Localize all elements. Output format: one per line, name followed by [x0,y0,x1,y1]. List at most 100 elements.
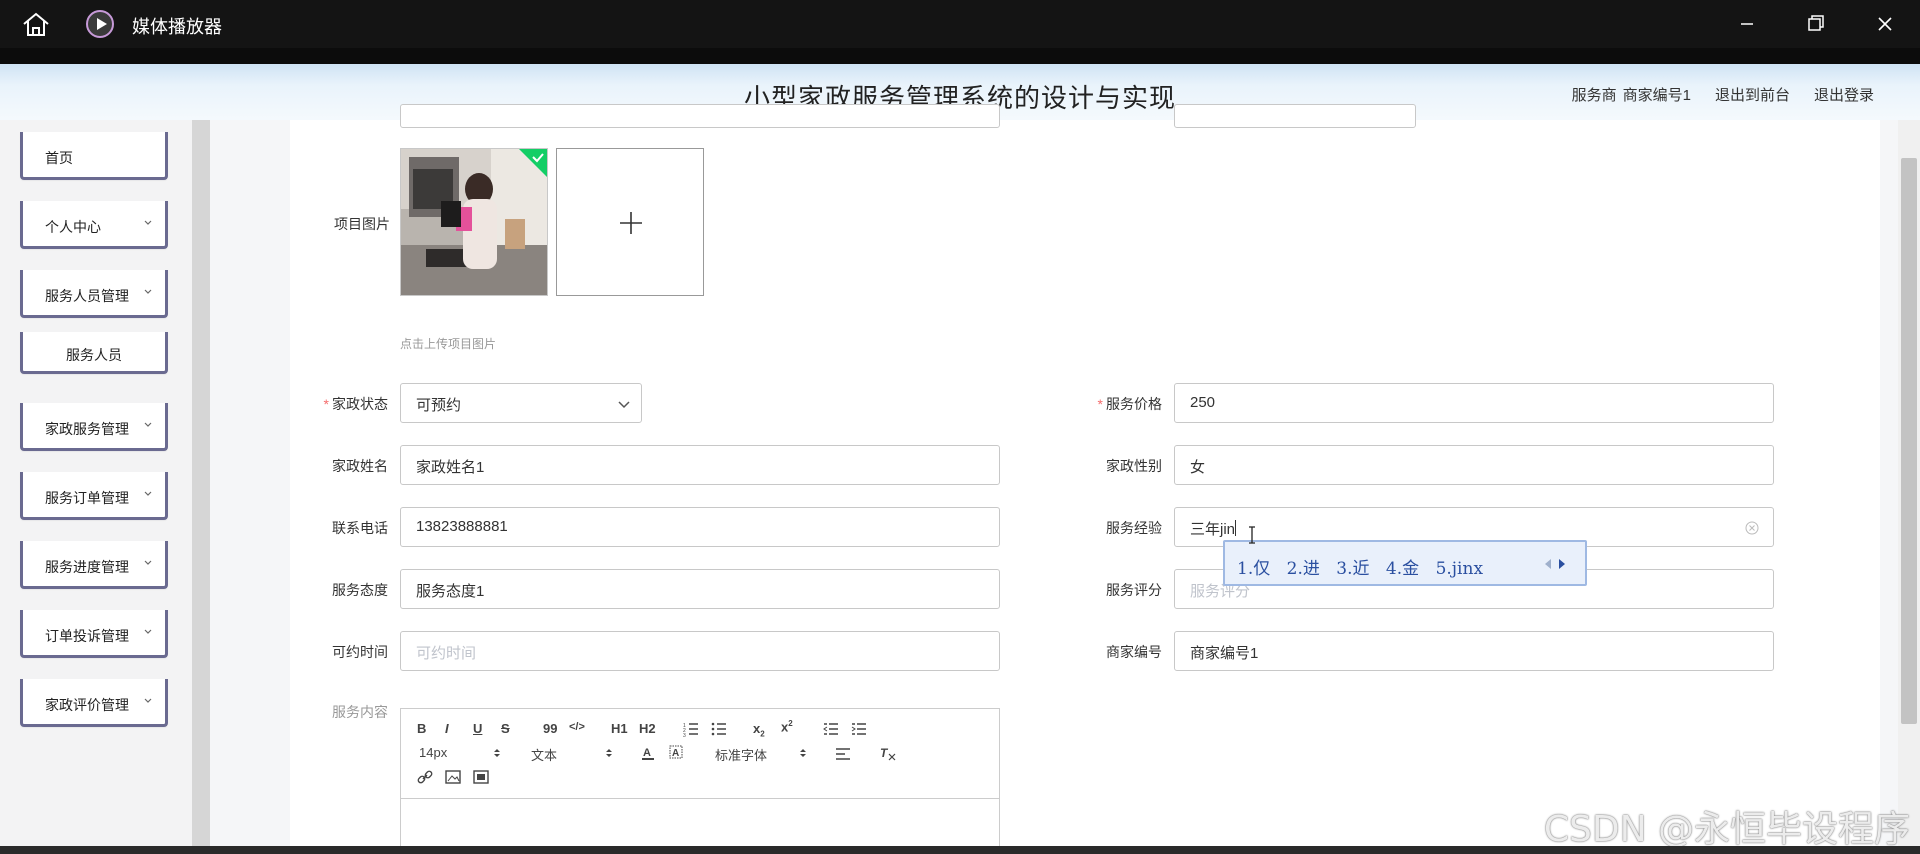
font-color-icon[interactable]: A [641,745,655,761]
content-label: 服务内容 [332,704,388,720]
close-icon[interactable] [1870,10,1900,38]
ime-candidate[interactable]: 5.jinx [1436,559,1483,579]
font-size-select[interactable]: 14px [419,745,447,760]
vertical-scrollbar[interactable] [1898,120,1920,854]
ime-candidate[interactable]: 4.金 [1386,559,1419,579]
clear-icon[interactable] [1745,521,1759,535]
input-partial-top-left[interactable] [400,104,1000,128]
editor-toolbar: B I U S 99 </> H1 H2 123 x2 x2 14px 文本 A… [401,709,999,799]
bold-button[interactable]: B [417,721,426,736]
chevron-down-icon [144,289,152,294]
uploaded-image-thumbnail[interactable] [400,148,548,296]
sidebar: 首页 个人中心 服务人员管理 服务人员 家政服务管理 服务订单管理 服务进度管理… [0,120,210,854]
ime-page-arrows-icon[interactable] [1543,557,1567,571]
sidebar-divider [192,120,210,854]
image-icon[interactable] [445,769,461,785]
status-select[interactable]: 可预约 [400,383,642,423]
background-color-icon[interactable]: A [669,745,683,761]
scrollbar-thumb[interactable] [1901,158,1917,724]
upload-add-button[interactable] [556,148,704,296]
text-cursor-icon [1249,526,1255,544]
sidebar-item-label: 家政服务管理 [45,421,129,437]
sidebar-item-reviews[interactable]: 家政评价管理 [20,679,168,727]
restore-icon[interactable] [1800,10,1830,38]
select-arrows-icon [606,749,612,757]
chevron-down-icon [618,401,630,409]
outdent-icon[interactable] [823,721,839,737]
superscript-button[interactable]: x2 [781,719,793,734]
text-cursor [1235,520,1237,536]
ime-candidate-popup[interactable]: 1.仅 2.进 3.近 4.金 5.jinx [1223,540,1587,586]
ime-candidate[interactable]: 1.仅 [1237,559,1270,579]
chevron-down-icon [144,220,152,225]
code-button[interactable]: </> [569,721,585,733]
underline-button[interactable]: U [473,721,482,736]
indent-icon[interactable] [851,721,867,737]
sidebar-item-personal-center[interactable]: 个人中心 [20,201,168,249]
sidebar-item-label: 个人中心 [45,219,101,235]
merchant-input[interactable]: 商家编号1 [1174,631,1774,671]
check-badge-icon [519,149,547,177]
rich-text-editor[interactable]: B I U S 99 </> H1 H2 123 x2 x2 14px 文本 A… [400,708,1000,854]
plus-icon [620,212,642,234]
chevron-down-icon [144,629,152,634]
name-input[interactable]: 家政姓名1 [400,445,1000,485]
link-icon[interactable] [417,769,433,785]
logout-link[interactable]: 退出登录 [1814,84,1874,105]
h2-button[interactable]: H2 [639,721,656,736]
watermark: CSDN @永恒毕设程序 [1543,809,1910,850]
sidebar-item-home[interactable]: 首页 [20,132,168,180]
phone-label: 联系电话 [332,520,388,536]
sidebar-item-label: 首页 [45,150,73,166]
minimize-icon[interactable] [1732,10,1762,38]
sidebar-item-label: 服务人员管理 [45,288,129,304]
ime-candidate[interactable]: 3.近 [1336,559,1369,579]
name-label: 家政姓名 [332,458,388,474]
sidebar-item-service-orders[interactable]: 服务订单管理 [20,472,168,520]
price-input[interactable]: 250 [1174,383,1774,423]
sidebar-item-label: 服务订单管理 [45,490,129,506]
subscript-button[interactable]: x2 [753,721,765,739]
sidebar-item-order-complaints[interactable]: 订单投诉管理 [20,610,168,658]
video-icon[interactable] [473,769,489,785]
gender-input[interactable]: 女 [1174,445,1774,485]
strike-button[interactable]: S [501,721,510,736]
sidebar-item-staff[interactable]: 服务人员 [20,332,168,374]
user-role: 服务商 [1571,87,1617,104]
phone-input[interactable]: 13823888881 [400,507,1000,547]
align-icon[interactable] [835,747,851,761]
ordered-list-icon[interactable]: 123 [683,721,699,737]
time-input[interactable]: 可约时间 [400,631,1000,671]
sidebar-item-label: 家政评价管理 [45,697,129,713]
ime-candidate[interactable]: 2.进 [1287,559,1320,579]
chevron-down-icon [144,491,152,496]
rating-label: 服务评分 [1106,582,1162,598]
svg-text:3: 3 [683,733,686,737]
paragraph-select[interactable]: 文本 [531,745,557,764]
attitude-input[interactable]: 服务态度1 [400,569,1000,609]
image-label: 项目图片 [334,216,390,232]
exit-to-front-link[interactable]: 退出到前台 [1715,84,1790,105]
italic-button[interactable]: I [445,721,449,736]
player-title: 媒体播放器 [132,17,222,37]
merchant-label: 商家编号 [1106,644,1162,660]
sidebar-item-staff-management[interactable]: 服务人员管理 [20,270,168,318]
blockquote-button[interactable]: 99 [543,721,557,736]
svg-text:A: A [672,748,679,759]
sidebar-item-label: 订单投诉管理 [45,628,129,644]
input-partial-top-right[interactable] [1174,104,1416,128]
bullet-list-icon[interactable] [711,721,727,737]
ime-candidates: 1.仅 2.进 3.近 4.金 5.jinx [1237,554,1494,579]
home-icon[interactable] [20,10,52,38]
time-label: 可约时间 [332,644,388,660]
clear-format-icon[interactable]: T [879,745,897,761]
sidebar-item-housekeeping-service[interactable]: 家政服务管理 [20,403,168,451]
font-family-select[interactable]: 标准字体 [715,745,767,764]
select-arrows-icon [494,749,500,757]
price-label: * 服务价格 [1097,396,1162,412]
player-title-bar: 媒体播放器 [0,0,1920,48]
user-name: 商家编号1 [1622,87,1691,104]
h1-button[interactable]: H1 [611,721,628,736]
media-player-icon [86,10,114,38]
sidebar-item-service-progress[interactable]: 服务进度管理 [20,541,168,589]
